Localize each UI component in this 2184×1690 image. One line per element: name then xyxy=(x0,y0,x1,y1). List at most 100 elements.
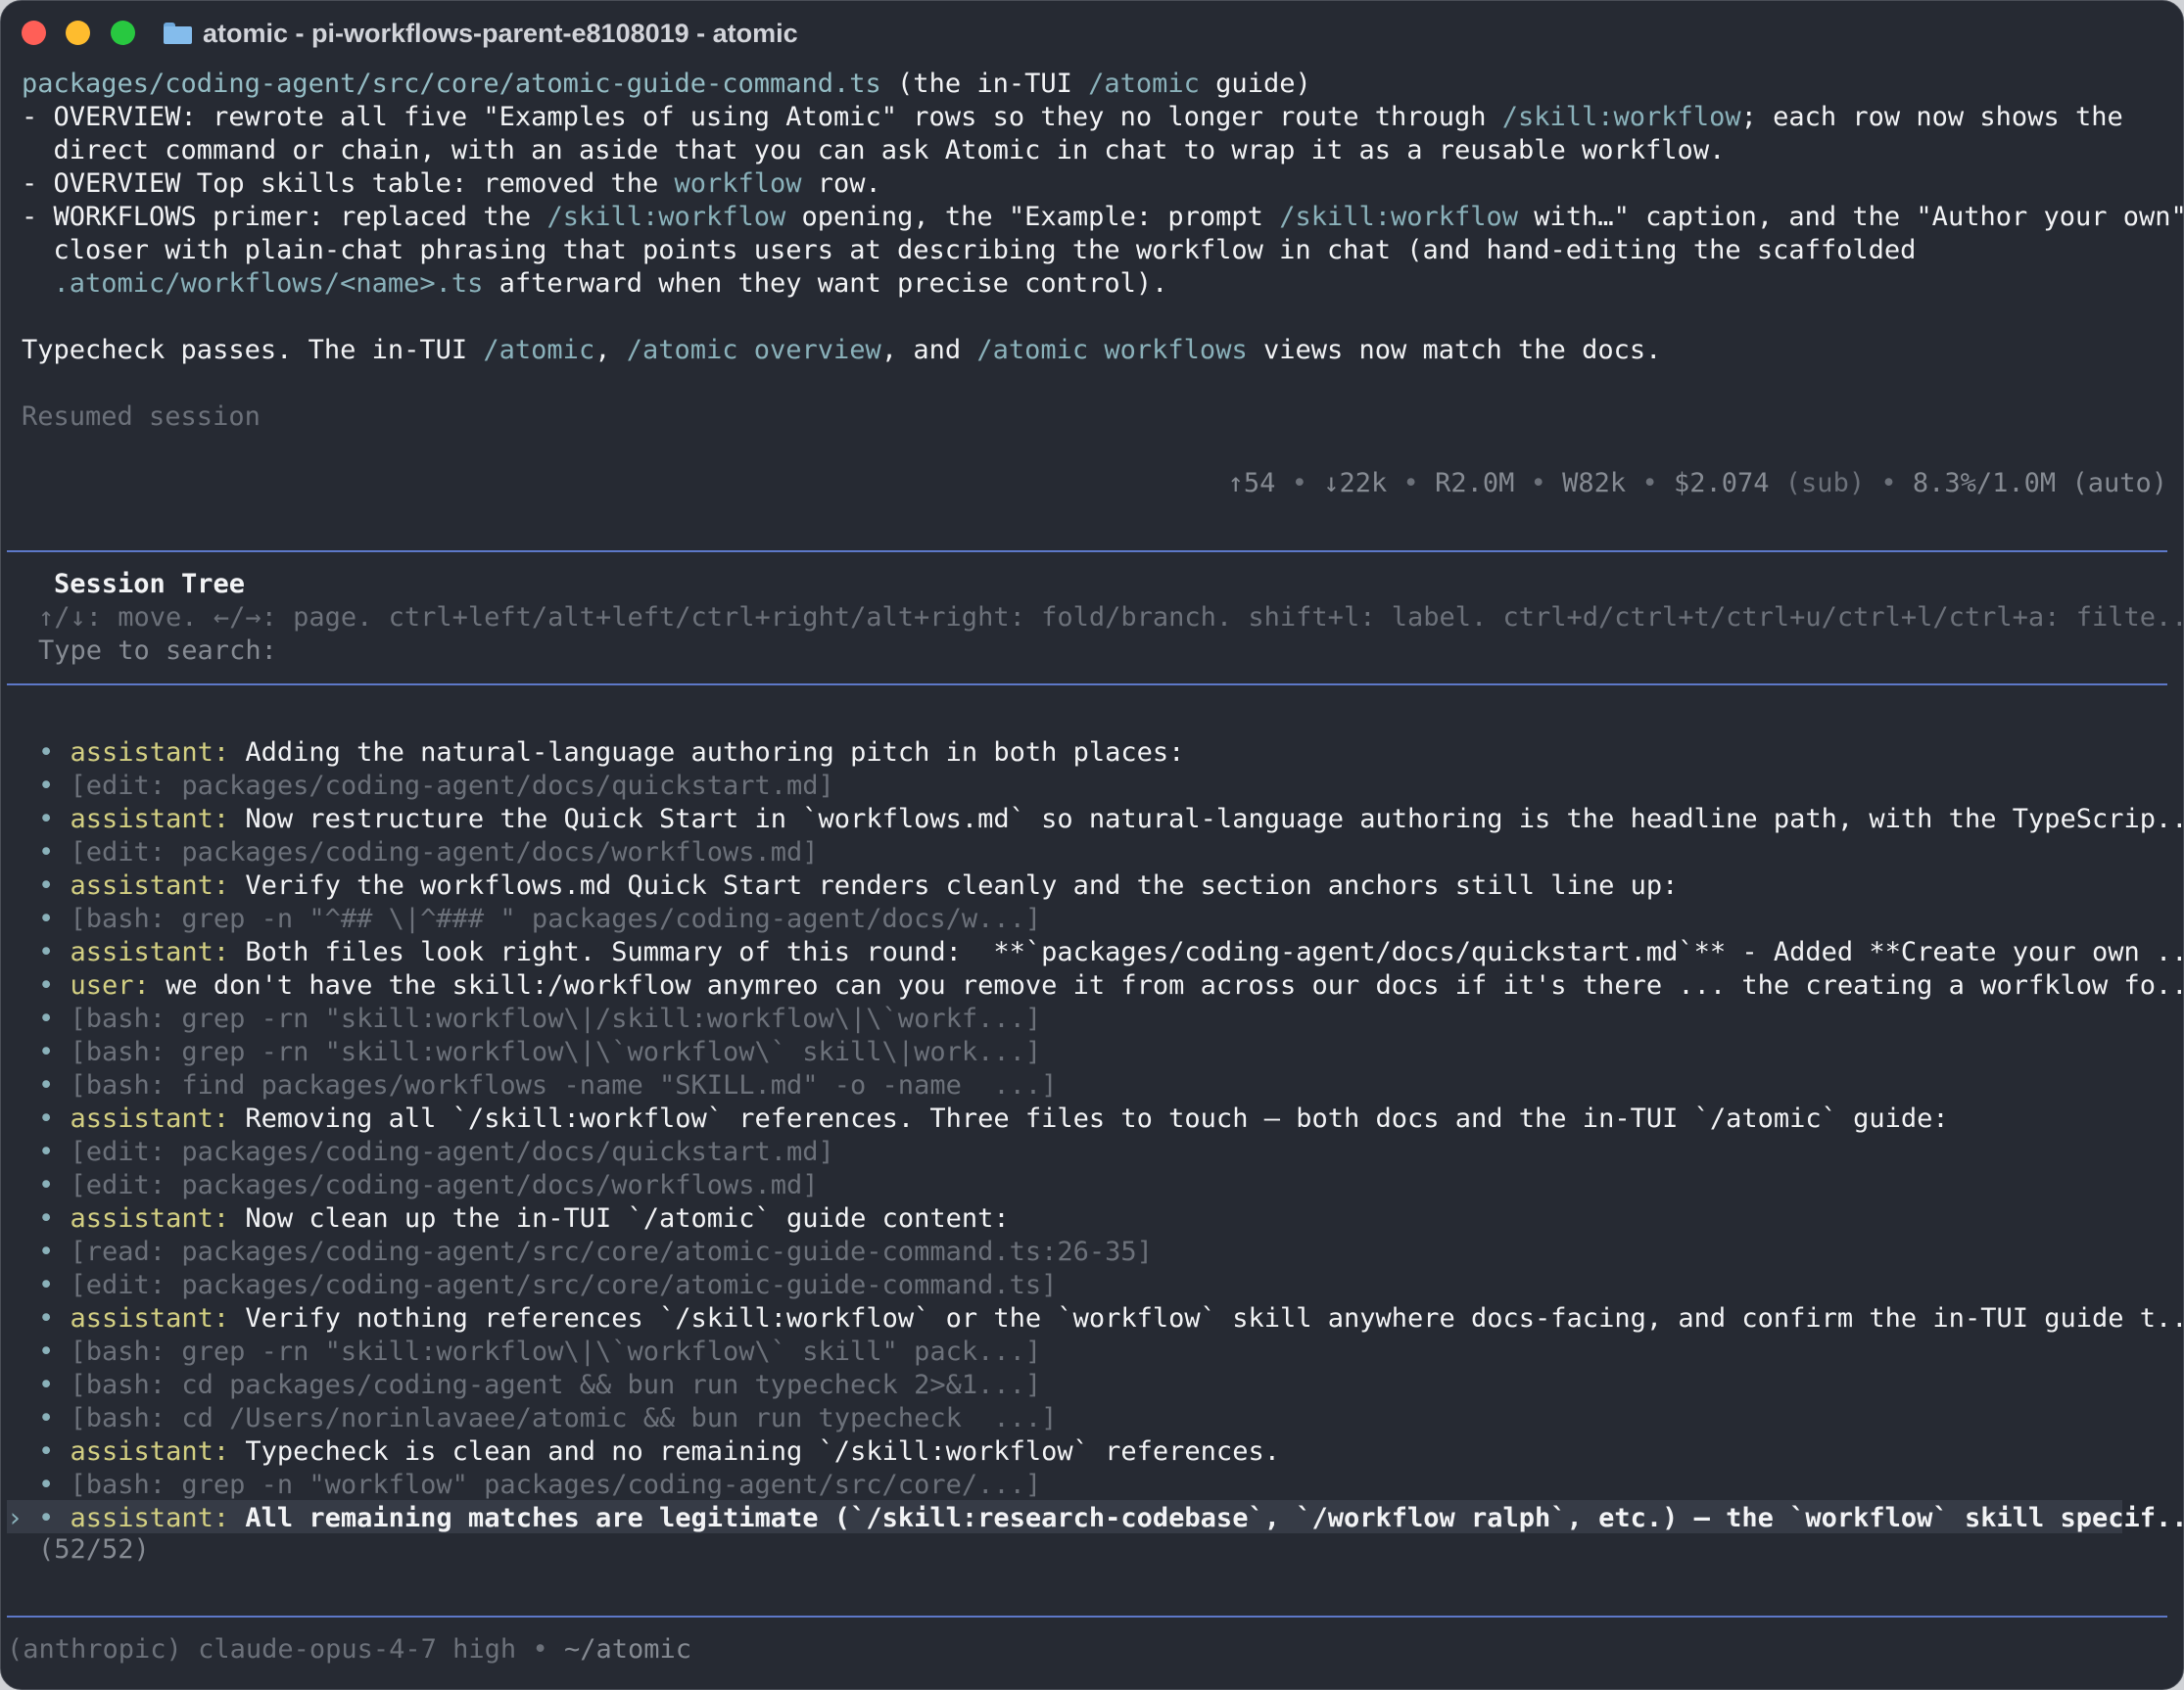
bullet-icon: • xyxy=(38,1403,55,1433)
session-tree-entry[interactable]: • [bash: grep -rn "skill:workflow\|/skil… xyxy=(38,1003,1041,1036)
typecheck-line: Typecheck passes. The in-TUI /atomic, /a… xyxy=(22,335,1662,365)
entry-text: [edit: packages/coding-agent/docs/workfl… xyxy=(70,1170,819,1200)
selection-cursor-icon: › xyxy=(7,1503,24,1533)
bullet-icon: • xyxy=(38,804,55,834)
session-tree-entry[interactable]: • [edit: packages/coding-agent/src/core/… xyxy=(38,1269,1057,1302)
entry-role: assistant: xyxy=(70,937,230,967)
bullet-icon: • xyxy=(38,1170,55,1200)
entry-role: assistant: xyxy=(70,1303,230,1334)
entry-text: [bash: cd /Users/norinlavaee/atomic && b… xyxy=(70,1403,1058,1433)
session-tree-entry[interactable]: • assistant: Removing all `/skill:workfl… xyxy=(38,1103,1949,1136)
entry-role: assistant: xyxy=(70,870,230,901)
bullet-icon: • xyxy=(38,1503,55,1533)
bullet-icon: • xyxy=(38,1004,55,1034)
entry-text: Removing all `/skill:workflow` reference… xyxy=(245,1103,1949,1134)
summary-bullet-2: - OVERVIEW Top skills table: removed the… xyxy=(22,168,881,199)
entry-text: Verify the workflows.md Quick Start rend… xyxy=(245,870,1679,901)
bullet-icon: • xyxy=(38,1303,55,1334)
divider xyxy=(7,1616,2167,1618)
session-tree-help: ↑/↓: move. ←/→: page. ctrl+left/alt+left… xyxy=(38,602,2184,633)
bullet-icon: • xyxy=(38,870,55,901)
summary-bullet-3: - WORKFLOWS primer: replaced the /skill:… xyxy=(22,202,2184,232)
entry-text: [bash: grep -rn "skill:workflow\|\`workf… xyxy=(70,1337,1042,1367)
session-tree-entry[interactable]: • assistant: Both files look right. Summ… xyxy=(38,936,2184,969)
session-tree-entry[interactable]: • assistant: Now clean up the in-TUI `/a… xyxy=(38,1202,1010,1236)
bullet-icon: • xyxy=(38,904,55,934)
bullet-icon: • xyxy=(38,737,55,768)
entry-text: we don't have the skill:/workflow anymre… xyxy=(166,970,2184,1001)
entry-text: [bash: grep -n "workflow" packages/codin… xyxy=(70,1470,1042,1500)
entry-text: All remaining matches are legitimate (`/… xyxy=(245,1503,2184,1533)
file-path: packages/coding-agent/src/core/atomic-gu… xyxy=(22,69,881,99)
session-tree-entry[interactable]: • [bash: grep -rn "skill:workflow\|\`wor… xyxy=(38,1336,1041,1369)
cost: $2.074 xyxy=(1673,468,1770,498)
entry-text: Typecheck is clean and no remaining `/sk… xyxy=(245,1436,1280,1467)
entry-role: user: xyxy=(70,970,150,1001)
entry-text: [edit: packages/coding-agent/docs/workfl… xyxy=(70,837,819,868)
working-directory: ~/atomic xyxy=(563,1634,692,1665)
entry-role: assistant: xyxy=(70,1503,230,1533)
entry-text: [read: packages/coding-agent/src/core/at… xyxy=(70,1237,1153,1267)
bullet-icon: • xyxy=(38,970,55,1001)
session-tree-entry[interactable]: • assistant: Verify the workflows.md Qui… xyxy=(38,869,1678,903)
entry-role: assistant: xyxy=(70,1436,230,1467)
session-tree-entry[interactable]: • assistant: Now restructure the Quick S… xyxy=(38,803,2183,836)
entry-text: [bash: grep -rn "skill:workflow\|/skill:… xyxy=(70,1004,1042,1034)
bullet-icon: • xyxy=(38,1103,55,1134)
entry-role: assistant: xyxy=(70,804,230,834)
session-tree-entry[interactable]: • [edit: packages/coding-agent/docs/quic… xyxy=(38,1136,834,1169)
divider xyxy=(7,683,2167,685)
context-usage: 8.3%/1.0M xyxy=(1912,468,2057,498)
session-tree-entry[interactable]: • [bash: find packages/workflows -name "… xyxy=(38,1069,1057,1103)
bullet-icon: • xyxy=(38,1070,55,1101)
session-tree-entry[interactable]: • [bash: grep -n "workflow" packages/cod… xyxy=(38,1469,1041,1502)
session-tree-entry[interactable]: • [edit: packages/coding-agent/docs/work… xyxy=(38,1169,819,1202)
session-tree-entry[interactable]: • [bash: cd /Users/norinlavaee/atomic &&… xyxy=(38,1402,1057,1435)
entry-text: [bash: cd packages/coding-agent && bun r… xyxy=(70,1370,1042,1400)
session-tree-search-input[interactable]: Type to search: xyxy=(38,634,277,668)
session-tree-entry[interactable]: • [edit: packages/coding-agent/docs/quic… xyxy=(38,770,834,803)
session-tree-entry[interactable]: • [bash: grep -n "^## \|^### " packages/… xyxy=(38,903,1041,936)
session-tree-entry[interactable]: • [bash: grep -rn "skill:workflow\|\`wor… xyxy=(38,1036,1041,1069)
terminal-window: atomic - pi-workflows-parent-e8108019 - … xyxy=(0,0,2184,1690)
session-tree-entry[interactable]: › • assistant: All remaining matches are … xyxy=(7,1502,2184,1535)
entry-text: Both files look right. Summary of this r… xyxy=(245,937,2184,967)
entry-text: Adding the natural-language authoring pi… xyxy=(245,737,1185,768)
bullet-icon: • xyxy=(38,1237,55,1267)
summary-bullet-1-cont: direct command or chain, with an aside t… xyxy=(22,135,1726,165)
bullet-icon: • xyxy=(38,937,55,967)
bullet-icon: • xyxy=(38,771,55,801)
bullet-icon: • xyxy=(38,1270,55,1300)
session-tree-entry[interactable]: • user: we don't have the skill:/workflo… xyxy=(38,969,2184,1003)
entry-role: assistant: xyxy=(70,1203,230,1234)
tokens-up: ↑54 xyxy=(1227,468,1276,498)
entry-text: [edit: packages/coding-agent/docs/quicks… xyxy=(70,1137,834,1167)
bullet-icon: • xyxy=(38,1337,55,1367)
session-tree-entry[interactable]: • [read: packages/coding-agent/src/core/… xyxy=(38,1236,1153,1269)
entry-text: [bash: grep -rn "skill:workflow\|\`workf… xyxy=(70,1037,1042,1067)
entry-text: Verify nothing references `/skill:workfl… xyxy=(245,1303,2184,1334)
entry-text: [edit: packages/coding-agent/src/core/at… xyxy=(70,1270,1058,1300)
bullet-icon: • xyxy=(38,1037,55,1067)
model-name: claude-opus-4-7 high xyxy=(198,1634,517,1665)
session-tree-entry[interactable]: • assistant: Verify nothing references `… xyxy=(38,1302,2184,1336)
terminal-content: packages/coding-agent/src/core/atomic-gu… xyxy=(1,1,2183,1689)
session-tree-entry[interactable]: • [bash: cd packages/coding-agent && bun… xyxy=(38,1369,1041,1402)
resumed-session-label: Resumed session xyxy=(22,401,261,432)
bullet-icon: • xyxy=(38,1470,55,1500)
cache-read: R2.0M xyxy=(1435,468,1515,498)
entry-text: [bash: find packages/workflows -name "SK… xyxy=(70,1070,1058,1101)
divider xyxy=(7,550,2167,552)
bullet-icon: • xyxy=(38,1137,55,1167)
bullet-icon: • xyxy=(38,1203,55,1234)
session-tree-entry[interactable]: • assistant: Adding the natural-language… xyxy=(38,736,1184,770)
bullet-icon: • xyxy=(38,1370,55,1400)
summary-bullet-1: - OVERVIEW: rewrote all five "Examples o… xyxy=(22,102,2123,132)
entry-role: assistant: xyxy=(70,1103,230,1134)
summary-bullet-3-cont: closer with plain-chat phrasing that poi… xyxy=(22,235,1917,265)
session-tree-title: Session Tree xyxy=(54,569,246,599)
session-tree-entry[interactable]: • assistant: Typecheck is clean and no r… xyxy=(38,1435,1280,1469)
usage-stats: ↑54 • ↓22k • R2.0M • W82k • $2.074 (sub)… xyxy=(1227,468,2167,498)
tokens-down: ↓22k xyxy=(1323,468,1388,498)
session-tree-entry[interactable]: • [edit: packages/coding-agent/docs/work… xyxy=(38,836,819,869)
